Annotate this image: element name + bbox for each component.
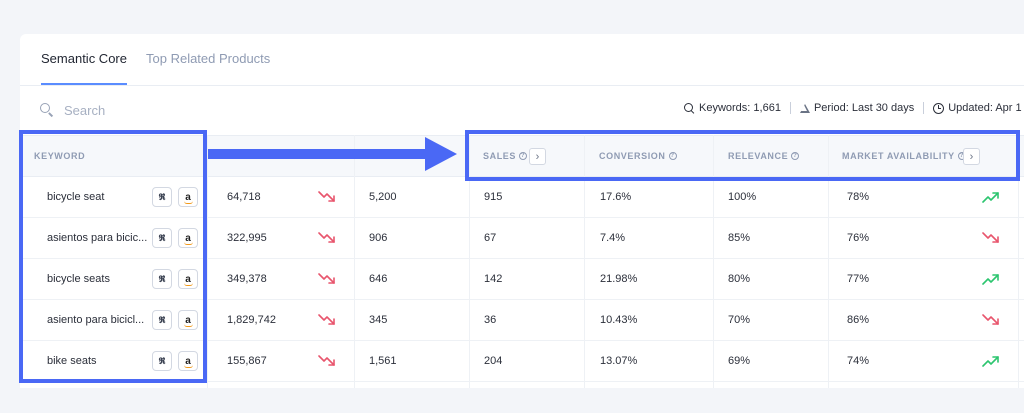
volume-cell: 64,718 bbox=[227, 191, 261, 203]
volume-cell: 322,995 bbox=[227, 232, 267, 244]
tab-top-related-products[interactable]: Top Related Products bbox=[146, 51, 270, 66]
sales-cell: 36 bbox=[484, 314, 497, 326]
relevance-cell: 69% bbox=[728, 355, 751, 367]
trend-down-icon bbox=[982, 313, 1000, 327]
keywords-count: Keywords: 1,661 bbox=[699, 102, 781, 114]
conversion-cell: 17.6% bbox=[600, 191, 632, 203]
tab-semantic-core[interactable]: Semantic Core bbox=[41, 51, 127, 66]
annotation-arrow-head bbox=[425, 137, 457, 171]
keywords-stat: Keywords: 1,661 bbox=[684, 102, 781, 114]
sales-cell: 67 bbox=[484, 232, 497, 244]
divider bbox=[789, 102, 791, 114]
sales-cell: 204 bbox=[484, 355, 503, 367]
period-stat[interactable]: Period: Last 30 days bbox=[799, 102, 915, 114]
market-availability-cell: 74% bbox=[847, 355, 870, 367]
sales-cell: 142 bbox=[484, 273, 503, 285]
updated-label: Updated: Apr 1 bbox=[948, 102, 1022, 114]
trend-down-icon bbox=[318, 272, 336, 286]
relevance-cell: 70% bbox=[728, 314, 751, 326]
conversion-cell: 7.4% bbox=[600, 232, 626, 244]
trend-down-icon bbox=[318, 354, 336, 368]
period-label: Period: Last 30 days bbox=[813, 102, 915, 114]
trend-up-icon bbox=[982, 354, 1000, 368]
trend-up-icon bbox=[982, 190, 1000, 204]
search-input[interactable] bbox=[64, 102, 264, 118]
relevance-cell: 100% bbox=[728, 191, 757, 203]
sales-cell: 915 bbox=[484, 191, 503, 203]
volume-cell: 1,829,742 bbox=[227, 314, 276, 326]
market-availability-cell: 77% bbox=[847, 273, 870, 285]
metrics-columns-highlight bbox=[465, 130, 1020, 181]
trend-down-icon bbox=[318, 231, 336, 245]
active-tab-indicator bbox=[41, 83, 127, 85]
updated-stat: Updated: Apr 1 bbox=[933, 102, 1022, 114]
relevance-cell: 80% bbox=[728, 273, 751, 285]
volume-cell: 349,378 bbox=[227, 273, 267, 285]
trend-down-icon bbox=[982, 231, 1000, 245]
value-cell: 906 bbox=[369, 232, 388, 244]
value-cell: 345 bbox=[369, 314, 388, 326]
market-availability-cell: 76% bbox=[847, 232, 870, 244]
trend-up-icon bbox=[982, 272, 1000, 286]
volume-cell: 155,867 bbox=[227, 355, 267, 367]
conversion-cell: 10.43% bbox=[600, 314, 638, 326]
market-availability-cell: 78% bbox=[847, 191, 870, 203]
keyword-column-highlight bbox=[19, 130, 207, 383]
value-cell: 5,200 bbox=[369, 191, 397, 203]
value-cell: 646 bbox=[369, 273, 388, 285]
column-divider bbox=[354, 135, 355, 388]
trend-down-icon bbox=[318, 313, 336, 327]
market-availability-cell: 86% bbox=[847, 314, 870, 326]
conversion-cell: 21.98% bbox=[600, 273, 638, 285]
warning-icon bbox=[799, 103, 810, 113]
search-icon bbox=[684, 102, 695, 114]
column-divider bbox=[207, 135, 208, 388]
stats-bar: Keywords: 1,661 Period: Last 30 days Upd… bbox=[684, 102, 1022, 114]
search-bar[interactable] bbox=[40, 100, 264, 120]
clock-icon bbox=[933, 102, 945, 114]
divider bbox=[923, 102, 925, 114]
value-cell: 1,561 bbox=[369, 355, 397, 367]
tab-bar: Semantic Core Top Related Products bbox=[20, 34, 1024, 86]
conversion-cell: 13.07% bbox=[600, 355, 638, 367]
annotation-arrow-shaft bbox=[208, 149, 427, 159]
trend-down-icon bbox=[318, 190, 336, 204]
relevance-cell: 85% bbox=[728, 232, 751, 244]
search-icon bbox=[40, 103, 54, 117]
